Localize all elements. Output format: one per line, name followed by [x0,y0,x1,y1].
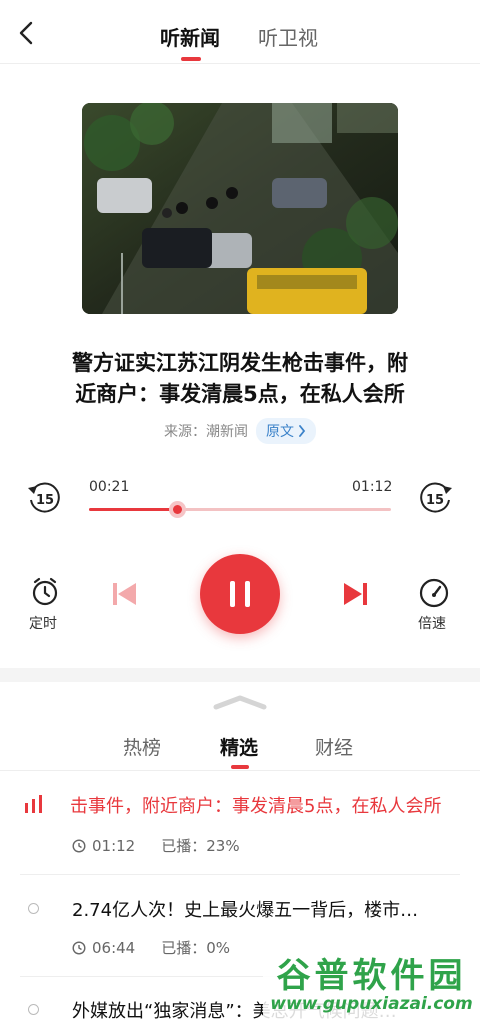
original-article-label: 原文 [266,424,294,440]
chevron-right-icon [299,425,306,437]
forward-15-icon[interactable]: 15 [415,478,455,518]
pause-button[interactable] [200,554,280,634]
tab-listen-tv[interactable]: 听卫视 [258,22,318,51]
list-item-duration: 06:44 [92,938,136,957]
pause-icon [230,581,250,607]
list-top-divider [0,770,480,771]
speed-label[interactable]: 倍速 [418,613,446,633]
previous-track-icon[interactable] [110,581,138,607]
rewind-15-value: 15 [36,493,54,508]
top-header: 听新闻 听卫视 [0,0,480,64]
tab-finance[interactable]: 财经 [315,733,353,760]
progress-knob-center [172,505,182,514]
progress-track[interactable] [89,501,391,518]
next-track-icon[interactable] [342,581,370,607]
timer-label[interactable]: 定时 [29,613,57,633]
clock-icon [72,838,86,853]
back-arrow-icon[interactable] [12,18,42,48]
source-label: 来源：潮新闻 [164,424,248,440]
tab-listen-news[interactable]: 听新闻 [160,22,220,51]
source-row: 来源：潮新闻 原文 [0,418,480,444]
progress-knob[interactable] [168,501,186,518]
news-title-line-1: 警方证实江苏江阴发生枪击事件，附 [72,351,408,375]
current-time: 00:21 [89,479,130,495]
tab-selected[interactable]: 精选 [220,733,258,760]
watermark-logo-text: 谷普软件园 [276,956,467,996]
forward-15-value: 15 [426,493,444,508]
list-item-played: 已播：23% [161,837,240,855]
rewind-15-icon[interactable]: 15 [25,478,65,518]
list-item-status-dot [28,1004,39,1015]
drag-handle-icon[interactable] [212,694,268,710]
news-cover-image [82,103,398,314]
list-item-status-dot [28,903,39,914]
list-item-played: 已播：0% [161,939,231,957]
list-item-title[interactable]: 击事件，附近商户：事发清晨5点，在私人会所 [70,792,460,818]
watermark: 谷普软件园 www.gupuxiazai.com [263,944,480,1021]
active-tab-indicator [181,57,201,61]
total-time: 01:12 [352,479,393,495]
list-item-meta: 01:12 已播：23% [72,835,240,856]
list-item-divider [20,874,460,875]
original-article-button[interactable]: 原文 [256,418,316,444]
list-item-meta: 06:44 已播：0% [72,937,230,958]
list-tab-indicator [231,765,249,769]
section-divider [0,668,480,682]
playing-bars-icon [25,795,42,813]
tab-hot-list[interactable]: 热榜 [123,733,161,760]
progress-fill [89,508,177,511]
speed-gauge-icon[interactable] [418,577,450,609]
news-title: 警方证实江苏江阴发生枪击事件，附 近商户：事发清晨5点，在私人会所 [30,348,450,410]
list-item-duration: 01:12 [92,836,136,855]
clock-icon [72,940,86,955]
watermark-url: www.gupuxiazai.com [270,994,473,1014]
alarm-clock-icon[interactable] [29,576,61,608]
list-item-title[interactable]: 2.74亿人次！史上最火爆五一背后，楼市… [72,896,462,922]
news-title-line-2: 近商户：事发清晨5点，在私人会所 [75,382,405,406]
